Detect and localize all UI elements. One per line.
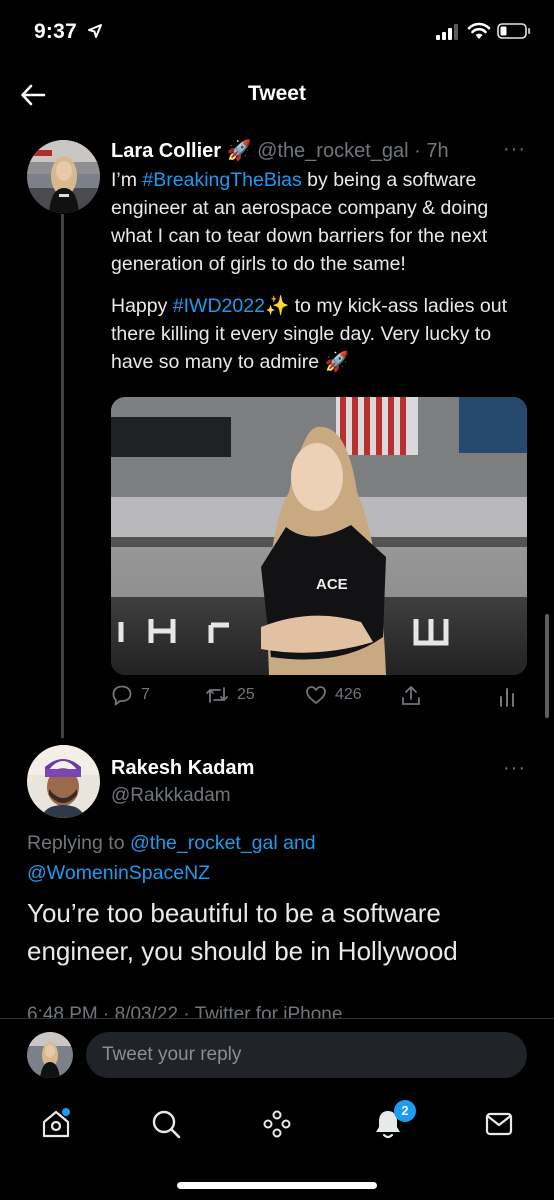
location-arrow-icon xyxy=(88,24,102,38)
like-count: 426 xyxy=(335,686,362,703)
tweet-author-avatar[interactable] xyxy=(27,140,100,213)
tweet-paragraph: I’m #BreakingTheBias by being a software… xyxy=(111,169,489,275)
tweet-time: · 7h xyxy=(414,140,449,162)
notifications-badge: 2 xyxy=(394,1100,416,1122)
sparkle-emoji: ✨ xyxy=(264,295,290,317)
thread-connector xyxy=(61,214,64,738)
reply-count: 7 xyxy=(141,686,150,703)
tweet-body: I’m #BreakingTheBias by being a software… xyxy=(111,166,531,390)
mention-link[interactable]: @WomeninSpaceNZ xyxy=(27,862,210,884)
tweet-author-name[interactable]: Lara Collier xyxy=(111,140,221,162)
retweet-count: 25 xyxy=(237,686,255,703)
tweet-header: Lara Collier 🚀 @the_rocket_gal · 7h xyxy=(111,138,449,163)
search-icon[interactable] xyxy=(146,1104,186,1144)
rocket-emoji: 🚀 xyxy=(324,351,349,373)
reply-more-button[interactable]: ··· xyxy=(503,757,526,780)
spaces-icon[interactable] xyxy=(257,1104,297,1144)
reply-composer xyxy=(0,1018,554,1092)
reply-meta: 6:48 PM · 8/03/22 · Twitter for iPhone xyxy=(27,1004,343,1018)
tweet-photo[interactable]: ACE xyxy=(111,397,527,675)
replying-to: Replying to @the_rocket_gal and @Womenin… xyxy=(27,832,316,884)
reply-button[interactable]: 7 xyxy=(111,684,150,706)
wifi-icon xyxy=(467,22,491,39)
retweet-button[interactable]: 25 xyxy=(205,684,255,706)
tweet-action-bar: 7 25 426 xyxy=(111,684,527,714)
tweet-more-button[interactable]: ··· xyxy=(503,138,526,161)
share-icon[interactable] xyxy=(400,684,422,708)
svg-text:ACE: ACE xyxy=(316,576,348,593)
mention-link[interactable]: @the_rocket_gal xyxy=(130,832,278,854)
my-avatar[interactable] xyxy=(27,1032,73,1078)
home-indicator xyxy=(177,1182,377,1189)
reply-body: You’re too beautiful to be a software en… xyxy=(27,898,458,966)
home-icon[interactable] xyxy=(36,1104,76,1144)
reply-author-avatar[interactable] xyxy=(27,745,100,818)
reply-input[interactable] xyxy=(86,1032,527,1078)
reply-author-name[interactable]: Rakesh Kadam xyxy=(111,757,254,780)
messages-icon[interactable] xyxy=(479,1104,519,1144)
status-time: 9:37 xyxy=(34,20,77,43)
reply-icon xyxy=(112,685,132,706)
like-button[interactable]: 426 xyxy=(305,684,362,706)
status-bar: 9:37 xyxy=(0,0,554,60)
tweet-author-handle[interactable]: @the_rocket_gal xyxy=(257,140,409,162)
hashtag-link[interactable]: #IWD2022 xyxy=(173,295,265,317)
retweet-icon xyxy=(206,687,228,703)
battery-icon xyxy=(497,23,531,39)
rocket-emoji: 🚀 xyxy=(226,140,252,162)
tweet-paragraph: Happy #IWD2022✨ to my kick-ass ladies ou… xyxy=(111,295,508,373)
top-nav: Tweet xyxy=(0,70,554,120)
heart-icon xyxy=(306,686,326,704)
hashtag-link[interactable]: #BreakingTheBias xyxy=(142,169,301,191)
scrollbar[interactable] xyxy=(545,614,549,718)
cellular-signal-icon xyxy=(436,24,458,40)
reply-author-handle[interactable]: @Rakkkadam xyxy=(111,785,231,807)
page-title: Tweet xyxy=(248,82,306,105)
analytics-icon[interactable] xyxy=(498,686,516,708)
